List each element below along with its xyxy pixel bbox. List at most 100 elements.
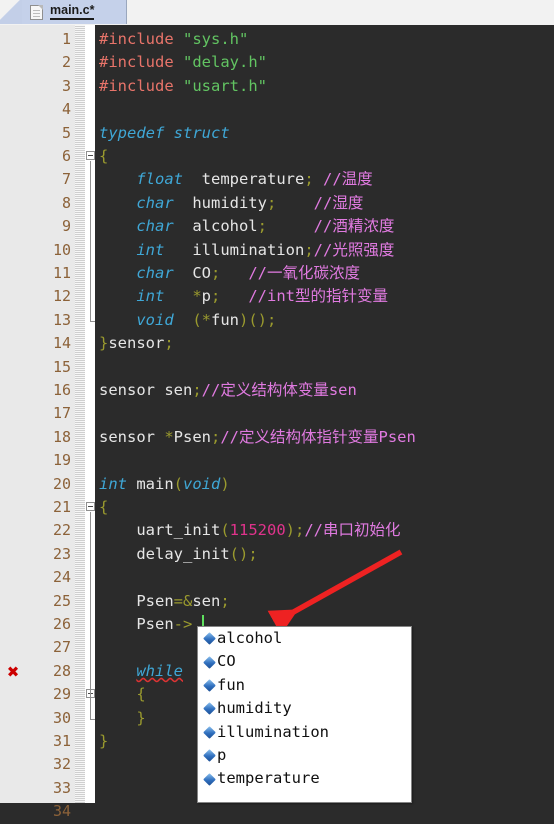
autocomplete-item[interactable]: humidity xyxy=(198,697,411,720)
code-line[interactable]: sensor sen;//定义结构体变量sen xyxy=(99,379,357,402)
code-line[interactable]: void (*fun)(); xyxy=(99,309,276,332)
line-number: 11 xyxy=(52,264,71,282)
code-line[interactable]: float temperature; //温度 xyxy=(99,168,372,191)
line-number: 6 xyxy=(61,147,71,165)
autocomplete-item[interactable]: alcohol xyxy=(198,627,411,650)
error-marker-icon[interactable]: ✖ xyxy=(5,664,21,680)
line-number: 31 xyxy=(52,732,71,750)
ide-window: main.c* #include "sys.h" #include "delay.… xyxy=(0,0,554,820)
code-line[interactable]: int main(void) xyxy=(99,473,230,496)
code-token: humidity xyxy=(173,193,267,212)
autocomplete-item[interactable]: p xyxy=(198,744,411,767)
code-token: temperature xyxy=(183,170,305,189)
member-diamond-icon xyxy=(203,655,216,669)
code-token: #include xyxy=(99,30,183,48)
fold-guide-line xyxy=(90,699,91,719)
autocomplete-item[interactable]: CO xyxy=(198,650,411,673)
autocomplete-item[interactable]: temperature xyxy=(198,767,411,790)
code-token: fun xyxy=(211,310,240,329)
code-line[interactable]: { xyxy=(99,683,145,706)
document-icon xyxy=(30,4,43,20)
code-line[interactable]: #include "sys.h" xyxy=(99,28,248,51)
code-token: "delay.h" xyxy=(183,53,267,72)
autocomplete-item[interactable]: fun xyxy=(198,674,411,697)
autocomplete-item-label: fun xyxy=(217,675,245,694)
code-line[interactable]: { xyxy=(99,496,108,519)
tab-main-c[interactable]: main.c* xyxy=(22,0,127,24)
line-number: 9 xyxy=(61,217,71,236)
code-line[interactable]: #include "usart.h" xyxy=(99,75,267,98)
line-number: 15 xyxy=(52,357,71,376)
member-diamond-icon xyxy=(203,702,216,716)
code-line[interactable]: sensor *Psen;//定义结构体指针变量Psen xyxy=(99,426,416,449)
code-line[interactable]: } xyxy=(99,707,145,730)
code-token: ; xyxy=(266,193,277,212)
member-diamond-icon xyxy=(203,772,216,786)
code-token: delay_init xyxy=(99,544,230,563)
code-token: sensor sen xyxy=(99,381,193,399)
code-line[interactable]: int *p; //int型的指针变量 xyxy=(99,285,388,308)
autocomplete-item[interactable]: illumination xyxy=(198,721,411,744)
line-number: 21 xyxy=(52,498,71,516)
code-line[interactable]: Psen-> xyxy=(99,613,192,636)
code-line[interactable]: uart_init(115200);//串口初始化 xyxy=(99,519,400,542)
code-token: //湿度 xyxy=(276,193,364,212)
code-token: p xyxy=(201,287,212,306)
code-token: sen xyxy=(192,591,221,610)
code-token: char xyxy=(136,193,174,212)
code-token: #include xyxy=(99,76,183,95)
code-line[interactable]: char humidity; //湿度 xyxy=(99,192,363,215)
line-number: 16 xyxy=(52,381,71,399)
fold-toggle-icon[interactable] xyxy=(86,151,95,160)
code-line[interactable]: Psen=&sen; xyxy=(99,590,229,613)
code-token: //定义结构体指针变量Psen xyxy=(220,427,416,446)
member-diamond-icon xyxy=(203,632,216,646)
code-token: Psen xyxy=(99,591,174,610)
code-line[interactable]: { xyxy=(99,145,108,168)
code-token: Psen xyxy=(173,427,211,446)
fold-guide-line xyxy=(90,161,91,321)
line-number: 29 xyxy=(52,685,71,704)
code-token: ( xyxy=(192,310,202,329)
line-number: 7 xyxy=(61,170,71,189)
code-token: ) xyxy=(220,474,230,493)
line-number: 19 xyxy=(52,451,71,470)
member-diamond-icon xyxy=(203,749,216,763)
line-number: 4 xyxy=(61,100,71,119)
code-line[interactable]: #include "delay.h" xyxy=(99,51,267,74)
fold-toggle-icon[interactable] xyxy=(86,502,95,511)
line-number: 5 xyxy=(61,123,71,142)
line-number: 12 xyxy=(52,287,71,306)
code-line[interactable]: char alcohol; //酒精浓度 xyxy=(99,215,394,238)
code-line[interactable]: while xyxy=(99,660,183,683)
code-line[interactable]: typedef struct xyxy=(99,122,230,145)
code-token: } xyxy=(99,732,109,750)
code-token: void xyxy=(183,474,221,493)
code-line[interactable]: char CO; //一氧化碳浓度 xyxy=(99,262,360,285)
bookmark-margin[interactable] xyxy=(0,25,28,803)
code-token: ; xyxy=(192,381,202,399)
line-number: 8 xyxy=(61,193,71,212)
code-token: float xyxy=(136,170,183,189)
code-line[interactable]: delay_init(); xyxy=(99,543,258,566)
autocomplete-item-label: temperature xyxy=(217,769,320,788)
code-token: ; xyxy=(304,240,314,259)
line-number: 25 xyxy=(52,591,71,610)
code-token: //定义结构体变量sen xyxy=(201,381,357,399)
code-token: sensor xyxy=(99,427,165,446)
code-token: #include xyxy=(99,53,183,72)
autocomplete-item-label: CO xyxy=(217,652,236,671)
code-line[interactable]: }sensor; xyxy=(99,332,174,355)
code-token: 115200 xyxy=(229,521,286,540)
code-token: ; xyxy=(164,334,174,353)
autocomplete-popup[interactable]: alcohol CO fun humidity illumination p tempera… xyxy=(197,626,412,803)
code-line[interactable]: int illumination;//光照强度 xyxy=(99,239,394,262)
code-line[interactable]: } xyxy=(99,730,108,753)
code-token: illumination xyxy=(164,240,305,259)
code-token: (); xyxy=(229,544,258,563)
code-token: * xyxy=(192,287,202,306)
line-number: 26 xyxy=(52,615,71,633)
line-number: 3 xyxy=(61,76,71,95)
